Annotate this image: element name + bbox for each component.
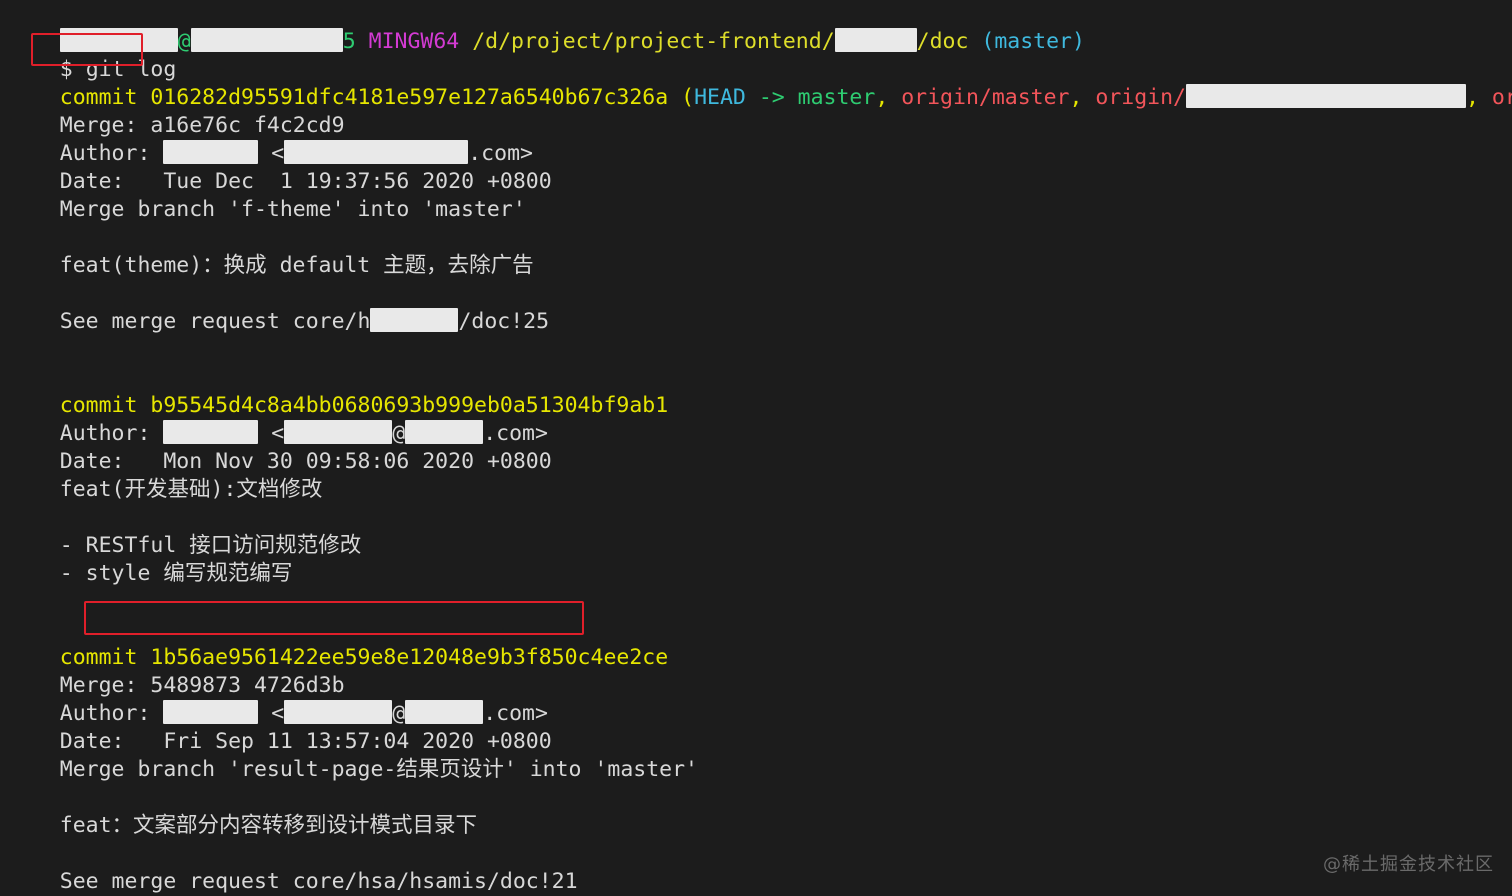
feat-dev-base-text: feat(开发基础):文档修改 <box>59 477 323 502</box>
merge-request-text-3: See merge request core/hsa/hsamis/doc!21 <box>59 869 578 894</box>
commit-header-3: commit 1b56ae9561422ee59e8e12048e9b3f850… <box>0 616 1512 670</box>
commit-body-1-line-3: See merge request core/h/doc!25 <box>0 308 1512 336</box>
date-line-1: Date: Tue Dec 1 19:37:56 2020 +0800 <box>0 140 1512 194</box>
commit-body-1-line-1: Merge branch 'f-theme' into 'master' <box>0 196 1512 224</box>
feat-doc-move-text: feat：文案部分内容转移到设计模式目录下 <box>59 813 478 838</box>
author-line-3: Author: < @ .com> <box>59 700 548 726</box>
commit-body-2-line-2: - RESTful 接口访问规范修改 <box>0 532 1512 560</box>
merge-request-text-1: See merge request core/h <box>59 309 371 334</box>
prompt-line: @5 MINGW64 /d/project/project-frontend//… <box>0 0 1512 54</box>
merge-line-1: Merge: a16e76c f4c2cd9 <box>0 84 1512 138</box>
restful-bullet-text: - RESTful 接口访问规范修改 <box>59 533 362 558</box>
commit-body-2-line-3: - style 编写规范编写 <box>0 560 1512 588</box>
watermark: @稀土掘金技术社区 <box>1323 854 1494 875</box>
commit-body-3-line-2: feat：文案部分内容转移到设计模式目录下 <box>0 812 1512 840</box>
commit-body-3-line-3: See merge request core/hsa/hsamis/doc!21 <box>0 868 1512 896</box>
commit-body-1-line-2: feat(theme)：换成 default 主题，去除广告 <box>0 252 1512 280</box>
date-line-3: Date: Fri Sep 11 13:57:04 2020 +0800 <box>0 700 1512 754</box>
commit-header-1: commit 016282d95591dfc4181e597e127a6540b… <box>0 56 1512 110</box>
style-bullet-text: - style 编写规范编写 <box>59 561 293 586</box>
feat-theme-text: feat(theme)：换成 default 主题，去除广告 <box>59 253 534 278</box>
command-line[interactable]: $ git log <box>0 28 1512 82</box>
merge-request-suffix-1: /doc!25 <box>458 309 550 334</box>
date-line-2: Date: Mon Nov 30 09:58:06 2020 +0800 <box>0 420 1512 474</box>
author-line-2: Author: < @ .com> <box>59 420 548 446</box>
commit-body-3-line-1: Merge branch 'result-page-结果页设计' into 'm… <box>0 756 1512 784</box>
redacted-project-name <box>370 308 459 332</box>
terminal-window[interactable]: @5 MINGW64 /d/project/project-frontend//… <box>0 0 1512 894</box>
commit-header-2: commit b95545d4c8a4bb0680693b999eb0a5130… <box>0 364 1512 418</box>
author-line-1: Author: < .com> <box>59 140 533 166</box>
merge-line-3: Merge: 5489873 4726d3b <box>0 644 1512 698</box>
merge-branch-text-1: Merge branch 'f-theme' into 'master' <box>59 197 526 222</box>
commit-body-2-line-1: feat(开发基础):文档修改 <box>0 476 1512 504</box>
merge-branch-text-3: Merge branch 'result-page-结果页设计' into 'm… <box>59 757 698 782</box>
